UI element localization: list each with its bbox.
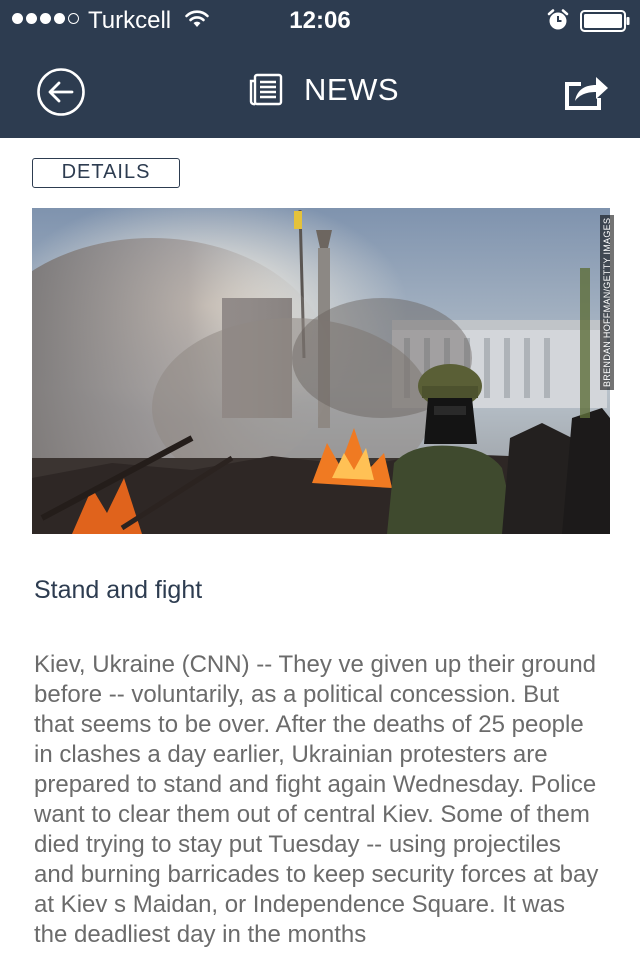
page-title: NEWS [304,72,399,107]
nav-bar: NEWS [0,40,640,138]
share-button[interactable] [562,72,610,112]
back-button[interactable] [36,67,86,117]
photo-credit: BRENDAN HOFFMAN/GETTY IMAGES [600,215,614,390]
alarm-icon [547,9,569,30]
nav-title-group: NEWS [248,70,399,110]
article-headline: Stand and fight [34,576,203,604]
article-body: Kiev, Ukraine (CNN) -- They ve given up … [34,651,599,948]
newspaper-icon [249,73,283,106]
details-button[interactable]: DETAILS [32,158,180,188]
top-bar: Turkcell 12:06 NEWS [0,0,640,138]
status-bar: Turkcell 12:06 [0,0,640,40]
status-time: 12:06 [289,7,351,34]
article-photo [32,208,610,534]
battery-icon [580,10,630,32]
